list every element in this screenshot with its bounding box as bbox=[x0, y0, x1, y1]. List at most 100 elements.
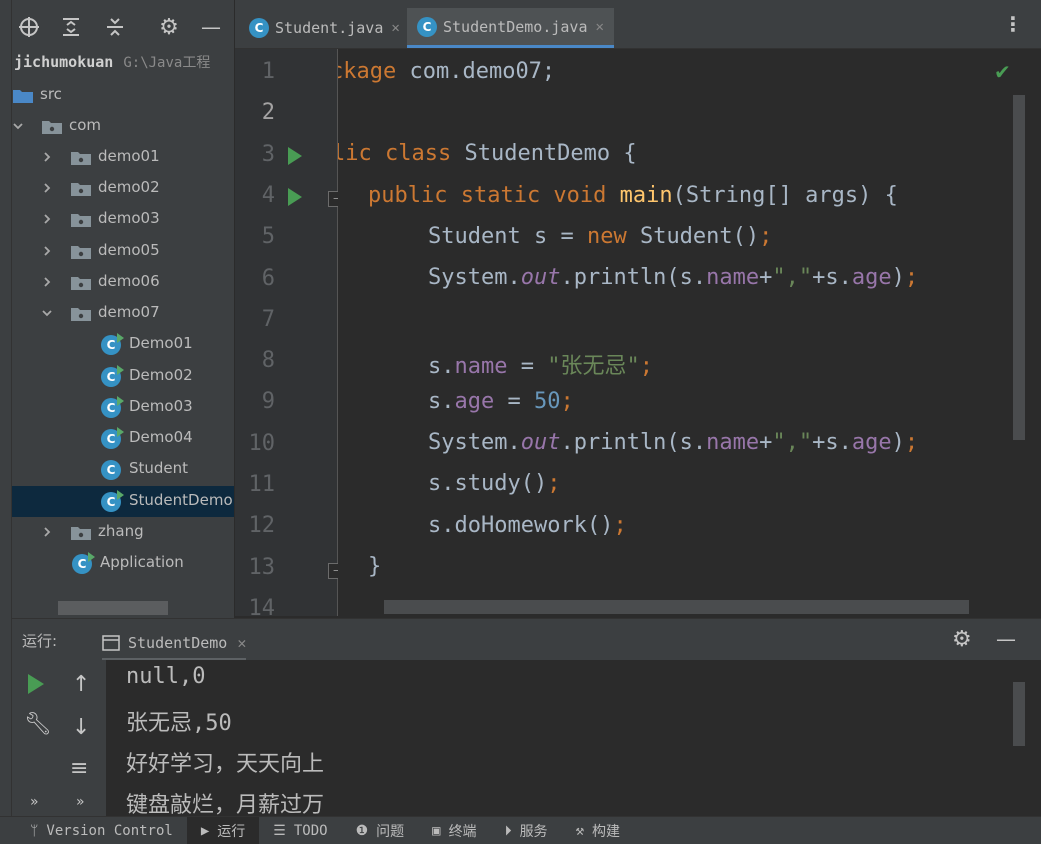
console-output[interactable]: null,0 张无忌,50 好好学习，天天向上 键盘敲烂，月薪过万 bbox=[106, 660, 1026, 818]
editor-tab-bar: C Student.java ✕ C StudentDemo.java ✕ ⋮ bbox=[235, 0, 1041, 49]
run-gutter-icon[interactable] bbox=[288, 146, 302, 165]
collapse-all-icon[interactable] bbox=[102, 14, 128, 40]
todo-button[interactable]: ☰ TODO bbox=[259, 817, 341, 844]
tree-item-demo07[interactable]: demo07 bbox=[12, 298, 234, 329]
line-number: 7 bbox=[261, 306, 275, 332]
line-number: 8 bbox=[261, 348, 275, 374]
version-control-button[interactable]: ᛘ Version Control bbox=[0, 817, 187, 844]
minimize-icon[interactable]: — bbox=[198, 14, 224, 40]
wrench-icon[interactable]: 🔧︎ bbox=[24, 712, 52, 737]
tab-studentdemo-java[interactable]: C StudentDemo.java ✕ bbox=[407, 8, 614, 48]
expand-all-icon[interactable] bbox=[58, 14, 84, 40]
tree-item-demo04[interactable]: C Demo04 bbox=[12, 423, 234, 454]
project-root-path: G:\Java工程 bbox=[123, 55, 211, 71]
more-options-icon[interactable]: ⋮ bbox=[1003, 12, 1023, 36]
tree-item-label: demo07 bbox=[98, 303, 160, 321]
tab-student-java[interactable]: C Student.java ✕ bbox=[239, 8, 410, 48]
tree-item-demo02[interactable]: demo02 bbox=[12, 173, 234, 204]
class-icon: C bbox=[101, 333, 124, 355]
tree-item-zhang[interactable]: zhang bbox=[12, 517, 234, 548]
tree-item-student[interactable]: C Student bbox=[12, 454, 234, 485]
package-icon bbox=[70, 244, 92, 260]
code-line-9: s.age = 50; bbox=[428, 389, 574, 414]
code-line-10: System.out.println(s.name+","+s.age); bbox=[428, 430, 919, 455]
gear-icon[interactable]: ⚙ bbox=[156, 14, 182, 40]
editor-horizontal-scrollbar[interactable] bbox=[384, 600, 969, 614]
play-icon: ▶ bbox=[200, 822, 210, 839]
tab-label: Student.java bbox=[275, 19, 384, 37]
console-scrollbar[interactable] bbox=[1013, 682, 1025, 746]
tree-item-demo03[interactable]: demo03 bbox=[12, 204, 234, 235]
status-label: 构建 bbox=[592, 823, 620, 840]
chevron-down-icon[interactable] bbox=[12, 120, 24, 132]
tree-item-studentdemo[interactable]: C StudentDemo bbox=[12, 486, 234, 517]
close-icon[interactable]: ✕ bbox=[596, 19, 604, 35]
chevron-right-icon[interactable] bbox=[41, 151, 53, 163]
tree-item-application[interactable]: C Application bbox=[12, 548, 234, 579]
code-editor[interactable]: ckage com.demo07; lic class StudentDemo … bbox=[338, 49, 1013, 616]
chevron-right-icon[interactable] bbox=[41, 276, 53, 288]
code-line-13: } bbox=[368, 554, 382, 579]
class-icon: C bbox=[101, 427, 124, 449]
class-icon: C bbox=[101, 490, 124, 512]
line-number: 3 bbox=[261, 141, 275, 167]
tree-item-demo03[interactable]: C Demo03 bbox=[12, 392, 234, 423]
tree-item-src[interactable]: src bbox=[12, 80, 234, 111]
tree-item-demo05[interactable]: demo05 bbox=[12, 236, 234, 267]
project-root-name: jichumokuan bbox=[14, 53, 114, 71]
source-folder-icon bbox=[12, 88, 34, 104]
problem-icon: ❶ bbox=[355, 822, 369, 839]
runnable-badge-icon bbox=[88, 552, 95, 562]
chevron-right-icon[interactable] bbox=[41, 213, 53, 225]
tree-item-label: demo02 bbox=[98, 178, 160, 196]
console-window-icon bbox=[102, 634, 120, 651]
run-gutter-icon[interactable] bbox=[288, 187, 302, 206]
project-horizontal-scrollbar[interactable] bbox=[58, 601, 168, 615]
chevron-right-icon[interactable] bbox=[41, 245, 53, 257]
chevron-right-icon[interactable] bbox=[41, 526, 53, 538]
line-number: 6 bbox=[261, 265, 275, 291]
locate-icon[interactable] bbox=[16, 14, 42, 40]
editor-vertical-scrollbar[interactable] bbox=[1013, 95, 1025, 440]
run-tab-studentdemo[interactable]: StudentDemo ✕ bbox=[102, 627, 247, 661]
code-line-8: s.name = "张无忌"; bbox=[428, 354, 653, 379]
more-icon[interactable]: » bbox=[76, 794, 85, 810]
services-button[interactable]: ⏵ 服务 bbox=[491, 817, 562, 844]
arrow-up-icon[interactable]: ↑ bbox=[72, 672, 90, 697]
branch-icon: ᛘ bbox=[30, 822, 39, 839]
no-problems-check-icon[interactable]: ✔ bbox=[994, 60, 1011, 84]
tree-item-demo06[interactable]: demo06 bbox=[12, 267, 234, 298]
project-root[interactable]: jichumokuan G:\Java工程 bbox=[14, 52, 210, 72]
build-button[interactable]: ⚒ 构建 bbox=[562, 817, 634, 844]
status-label: 服务 bbox=[519, 823, 548, 840]
tab-label: StudentDemo.java bbox=[443, 17, 588, 36]
left-tool-strip bbox=[0, 0, 12, 816]
tree-item-demo02[interactable]: C Demo02 bbox=[12, 361, 234, 392]
tree-item-com[interactable]: com bbox=[12, 111, 234, 142]
chevron-down-icon[interactable] bbox=[41, 307, 53, 319]
tree-item-demo01[interactable]: C Demo01 bbox=[12, 329, 234, 360]
console-line: null,0 bbox=[126, 664, 206, 689]
terminal-button[interactable]: ▣ 终端 bbox=[418, 817, 490, 844]
rerun-icon[interactable] bbox=[28, 674, 44, 694]
tree-item-label: Demo01 bbox=[129, 334, 193, 352]
close-icon[interactable]: ✕ bbox=[391, 20, 399, 36]
chevron-right-icon[interactable] bbox=[41, 182, 53, 194]
minimize-icon[interactable]: — bbox=[996, 627, 1016, 651]
code-line-12: s.doHomework(); bbox=[428, 513, 627, 538]
class-icon: C bbox=[417, 16, 437, 37]
arrow-down-icon[interactable]: ↓ bbox=[72, 715, 90, 740]
run-button[interactable]: ▶ 运行 bbox=[186, 816, 260, 844]
editor-gutter: 1 2 3 4 5 6 7 8 9 10 11 12 13 14– – bbox=[235, 49, 344, 621]
build-icon: ⚒ bbox=[575, 822, 584, 839]
problems-button[interactable]: ❶ 问题 bbox=[342, 817, 419, 844]
tree-item-demo01[interactable]: demo01 bbox=[12, 142, 234, 173]
package-icon bbox=[70, 150, 92, 166]
code-line-11: s.study(); bbox=[428, 471, 561, 496]
gear-icon[interactable]: ⚙ bbox=[952, 627, 972, 652]
soft-wrap-icon[interactable]: ≡ bbox=[70, 756, 88, 781]
close-icon[interactable]: ✕ bbox=[237, 634, 246, 652]
more-icon[interactable]: » bbox=[30, 794, 39, 810]
tree-item-label: Application bbox=[100, 553, 184, 571]
tool-window-bar: ᛘ Version Control ▶ 运行 ☰ TODO ❶ 问题 ▣ 终端 ⏵ 服务 ⚒… bbox=[0, 816, 1041, 844]
